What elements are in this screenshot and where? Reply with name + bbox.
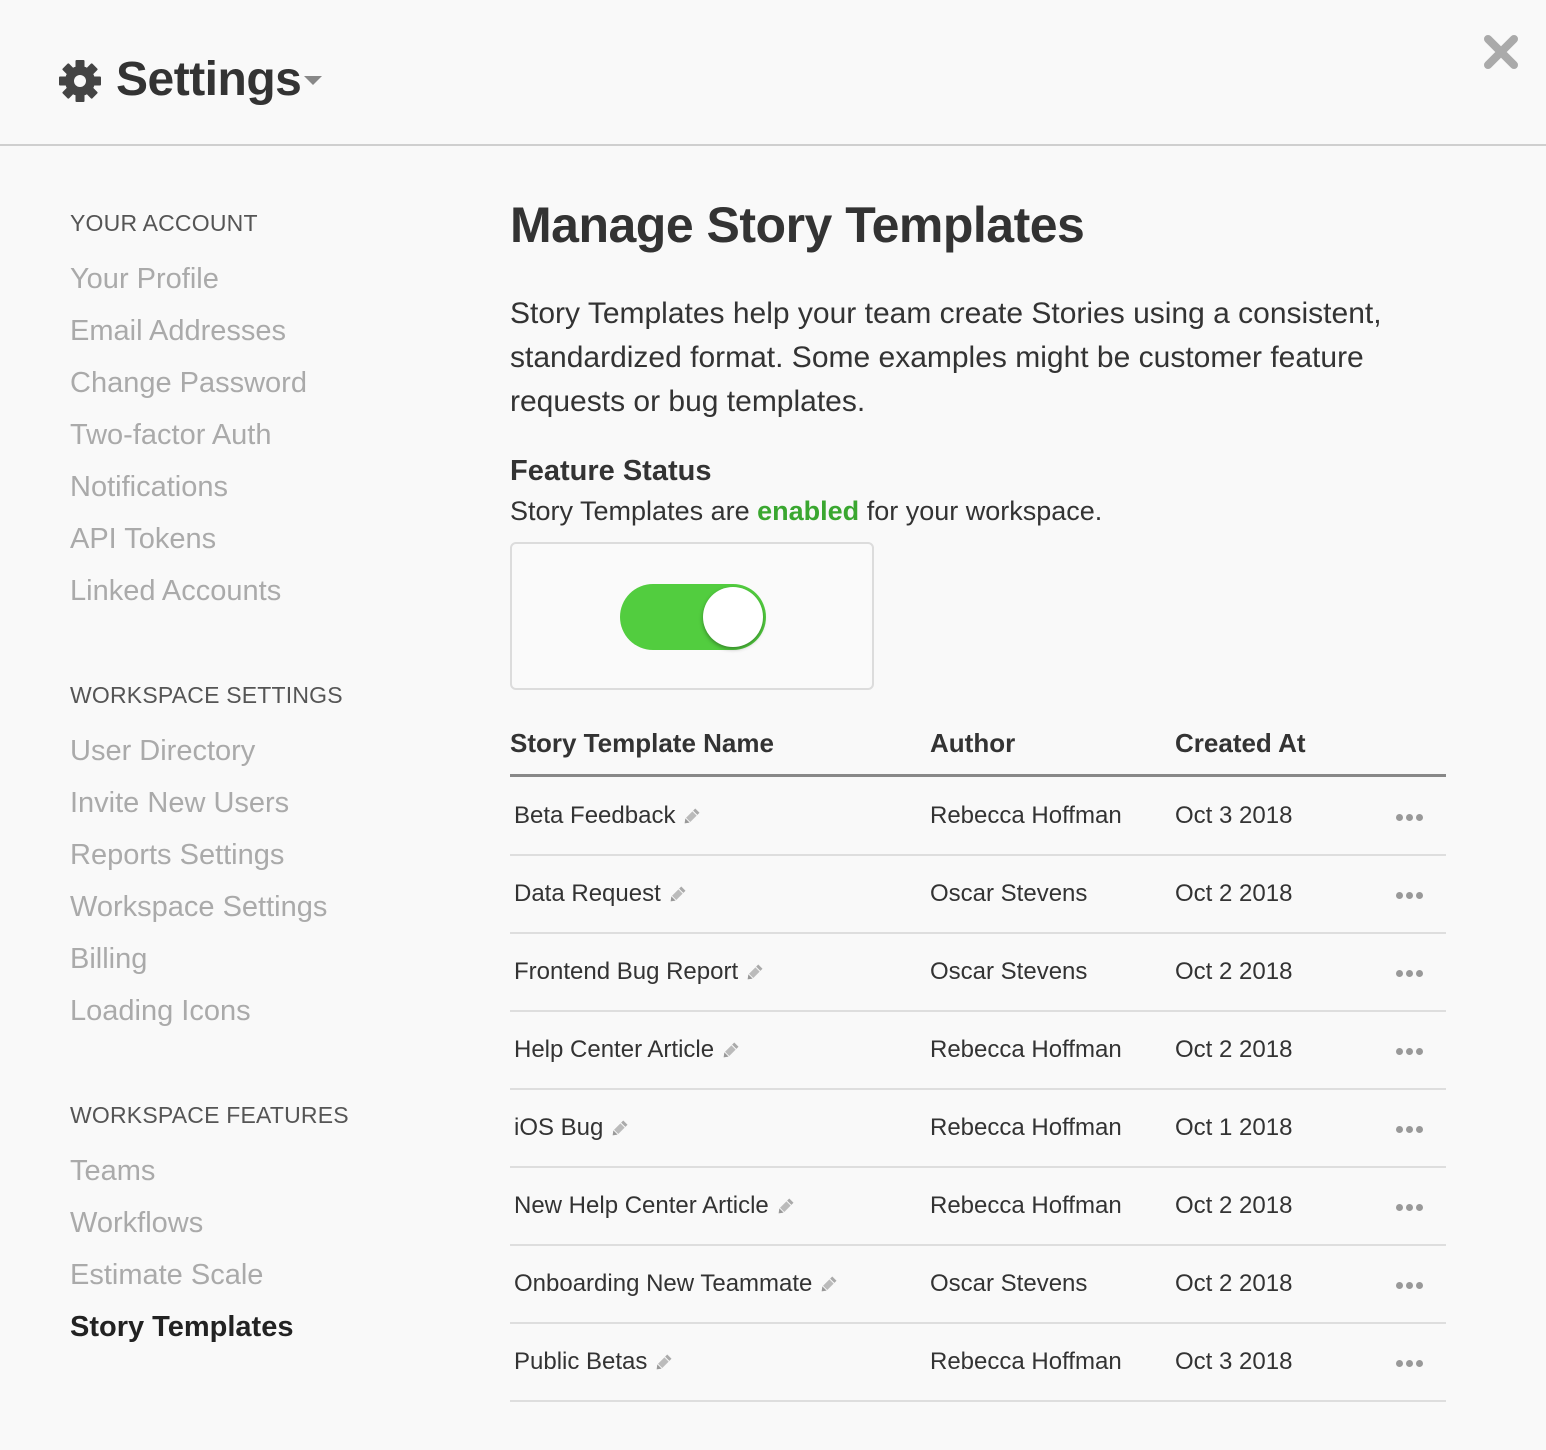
feature-toggle[interactable] (620, 584, 766, 650)
template-name-cell: Onboarding New Teammate (514, 1270, 838, 1298)
section-label-workspace-features: WORKSPACE FEATURES (70, 1102, 349, 1128)
template-name-cell: New Help Center Article (514, 1192, 795, 1220)
pencil-icon[interactable] (744, 962, 764, 982)
table-row: Help Center Article Rebecca Hoffman Oct 2 … (510, 1012, 1446, 1090)
more-icon[interactable] (1396, 968, 1426, 978)
more-icon[interactable] (1396, 890, 1426, 900)
section-label-workspace-settings: WORKSPACE SETTINGS (70, 682, 343, 708)
template-name-cell: Frontend Bug Report (514, 958, 764, 986)
template-created-at: Oct 1 2018 (1175, 1114, 1293, 1141)
feature-status-text: Story Templates are enabled for your wor… (510, 496, 1102, 527)
template-created-at: Oct 2 2018 (1175, 1192, 1293, 1219)
table-row: Frontend Bug Report Oscar Stevens Oct 2 20… (510, 934, 1446, 1012)
sidebar-item-api-tokens[interactable]: API Tokens (70, 523, 216, 556)
sidebar-item-billing[interactable]: Billing (70, 943, 147, 976)
column-header-created-at[interactable]: Created At (1175, 728, 1306, 759)
template-name[interactable]: Data Request (514, 880, 661, 908)
template-created-at: Oct 3 2018 (1175, 1348, 1293, 1375)
sidebar-item-two-factor-auth[interactable]: Two-factor Auth (70, 419, 272, 452)
sidebar-item-your-profile[interactable]: Your Profile (70, 263, 219, 296)
feature-status-word: enabled (757, 496, 860, 526)
more-icon[interactable] (1396, 812, 1426, 822)
sidebar-item-reports-settings[interactable]: Reports Settings (70, 839, 284, 872)
sidebar-item-teams[interactable]: Teams (70, 1155, 155, 1188)
template-name-cell: iOS Bug (514, 1114, 629, 1142)
template-name[interactable]: Frontend Bug Report (514, 958, 738, 986)
column-header-author[interactable]: Author (930, 728, 1015, 759)
template-author: Rebecca Hoffman (930, 1348, 1122, 1375)
template-author: Oscar Stevens (930, 1270, 1088, 1297)
table-row: Data Request Oscar Stevens Oct 2 2018 (510, 856, 1446, 934)
pencil-icon[interactable] (720, 1040, 740, 1060)
more-icon[interactable] (1396, 1358, 1426, 1368)
template-name[interactable]: Onboarding New Teammate (514, 1270, 812, 1298)
more-icon[interactable] (1396, 1202, 1426, 1212)
sidebar-item-workflows[interactable]: Workflows (70, 1207, 203, 1240)
template-name-cell: Beta Feedback (514, 802, 701, 830)
toggle-knob (703, 587, 763, 647)
settings-title[interactable]: Settings (116, 52, 302, 107)
column-header-name[interactable]: Story Template Name (510, 728, 774, 759)
more-icon[interactable] (1396, 1124, 1426, 1134)
template-name-cell: Data Request (514, 880, 687, 908)
template-author: Rebecca Hoffman (930, 802, 1122, 829)
pencil-icon[interactable] (653, 1352, 673, 1372)
template-author: Oscar Stevens (930, 880, 1088, 907)
template-author: Rebecca Hoffman (930, 1114, 1122, 1141)
pencil-icon[interactable] (609, 1118, 629, 1138)
sidebar-item-email-addresses[interactable]: Email Addresses (70, 315, 286, 348)
close-icon[interactable] (1482, 33, 1520, 71)
template-created-at: Oct 2 2018 (1175, 1036, 1293, 1063)
template-created-at: Oct 2 2018 (1175, 958, 1293, 985)
sidebar-item-loading-icons[interactable]: Loading Icons (70, 995, 251, 1028)
more-icon[interactable] (1396, 1046, 1426, 1056)
template-author: Rebecca Hoffman (930, 1192, 1122, 1219)
template-name[interactable]: Public Betas (514, 1348, 647, 1376)
template-author: Rebecca Hoffman (930, 1036, 1122, 1063)
feature-status-heading: Feature Status (510, 455, 712, 487)
gear-icon[interactable] (58, 59, 102, 103)
template-created-at: Oct 2 2018 (1175, 1270, 1293, 1297)
caret-down-icon[interactable] (304, 76, 322, 85)
table-row: iOS Bug Rebecca Hoffman Oct 1 2018 (510, 1090, 1446, 1168)
template-name[interactable]: Help Center Article (514, 1036, 714, 1064)
sidebar-item-change-password[interactable]: Change Password (70, 367, 307, 400)
pencil-icon[interactable] (818, 1274, 838, 1294)
table-row: Public Betas Rebecca Hoffman Oct 3 2018 (510, 1324, 1446, 1402)
section-label-your-account: YOUR ACCOUNT (70, 210, 258, 236)
more-icon[interactable] (1396, 1280, 1426, 1290)
template-name[interactable]: New Help Center Article (514, 1192, 769, 1220)
pencil-icon[interactable] (667, 884, 687, 904)
pencil-icon[interactable] (775, 1196, 795, 1216)
sidebar-item-user-directory[interactable]: User Directory (70, 735, 255, 768)
table-row: Beta Feedback Rebecca Hoffman Oct 3 2018 (510, 778, 1446, 856)
feature-status-text-before: Story Templates are (510, 496, 750, 526)
sidebar-item-linked-accounts[interactable]: Linked Accounts (70, 575, 281, 608)
feature-toggle-container (510, 542, 874, 690)
sidebar-item-invite-new-users[interactable]: Invite New Users (70, 787, 289, 820)
sidebar-item-story-templates[interactable]: Story Templates (70, 1311, 293, 1344)
template-author: Oscar Stevens (930, 958, 1088, 985)
template-name-cell: Help Center Article (514, 1036, 740, 1064)
table-row: Onboarding New Teammate Oscar Stevens Oct … (510, 1246, 1446, 1324)
sidebar-item-notifications[interactable]: Notifications (70, 471, 228, 504)
sidebar-item-estimate-scale[interactable]: Estimate Scale (70, 1259, 263, 1292)
settings-header: Settings (0, 0, 1546, 146)
intro-text: Story Templates help your team create St… (510, 297, 1382, 418)
table-header: Story Template Name Author Created At (510, 712, 1446, 777)
pencil-icon[interactable] (681, 806, 701, 826)
template-name-cell: Public Betas (514, 1348, 673, 1376)
template-created-at: Oct 3 2018 (1175, 802, 1293, 829)
template-created-at: Oct 2 2018 (1175, 880, 1293, 907)
template-name[interactable]: iOS Bug (514, 1114, 603, 1142)
table-row: New Help Center Article Rebecca Hoffman Oc… (510, 1168, 1446, 1246)
feature-status-text-after: for your workspace. (866, 496, 1103, 526)
page-title: Manage Story Templates (510, 197, 1085, 253)
sidebar-item-workspace-settings[interactable]: Workspace Settings (70, 891, 327, 924)
template-name[interactable]: Beta Feedback (514, 802, 675, 830)
